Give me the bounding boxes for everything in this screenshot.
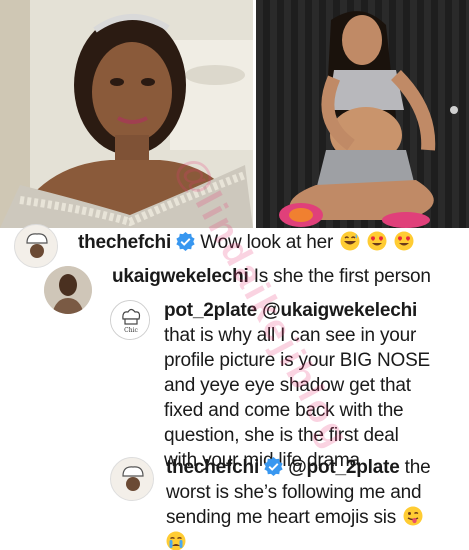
comment-4: thechefchi @pot_2plate the worst is she’… <box>110 455 469 550</box>
chef-avatar-icon <box>111 458 153 500</box>
user-avatar-icon <box>44 266 92 314</box>
comment-text: the <box>404 457 431 478</box>
crying-emoji-icon <box>166 531 186 550</box>
comment-text-line: profile picture is your BIG NOSE <box>164 350 431 371</box>
avatar[interactable] <box>14 224 58 268</box>
avatar[interactable]: Chic <box>110 300 150 340</box>
comment-username[interactable]: pot_2plate <box>164 300 257 321</box>
avatar[interactable] <box>44 266 92 314</box>
verified-badge-icon <box>176 232 195 251</box>
comment-text-line: sending me heart emojis sis <box>166 507 397 528</box>
comment-username[interactable]: thechefchi <box>78 232 171 253</box>
comment-text: Is she the first person <box>253 266 431 287</box>
comment-text-line: question, she is the first deal <box>164 425 399 446</box>
avatar[interactable] <box>110 457 154 501</box>
pregnant-woman-photo <box>253 0 469 228</box>
chef-avatar-icon <box>15 225 57 267</box>
comment-1: thechefchi Wow look at her <box>14 224 414 268</box>
comment-text-line: worst is she’s following me and <box>166 482 422 503</box>
comment-3: Chic pot_2plate @ukaigwekelechi that is … <box>110 298 469 473</box>
bride-photo <box>0 0 253 228</box>
comment-text-line: and yeye eye shadow get that <box>164 375 411 396</box>
verified-badge-icon <box>264 457 283 476</box>
mention-link[interactable]: @ukaigwekelechi <box>262 300 417 321</box>
chef-hat-logo-icon: Chic <box>111 301 149 339</box>
comment-text-line: fixed and come back with the <box>164 400 404 421</box>
winking-tongue-emoji-icon <box>403 506 423 526</box>
comment-username[interactable]: ukaigwekelechi <box>112 266 249 287</box>
comment-text-line: that is why all I can see in your <box>164 325 417 346</box>
comment-text: Wow look at her <box>200 232 334 253</box>
grinning-sweat-emoji-icon <box>340 231 360 251</box>
mention-link[interactable]: @pot_2plate <box>288 457 400 478</box>
photo-strip <box>0 0 469 228</box>
comment-username[interactable]: thechefchi <box>166 457 259 478</box>
heart-eyes-emoji-icon <box>394 231 414 251</box>
heart-eyes-emoji-icon <box>367 231 387 251</box>
svg-text:Chic: Chic <box>124 327 138 334</box>
